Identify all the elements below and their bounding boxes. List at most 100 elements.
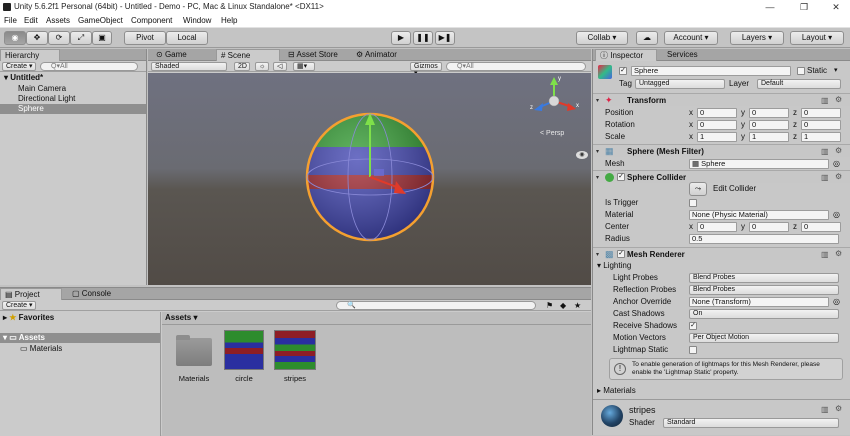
project-search-input[interactable]: 🔍 [336,301,536,310]
filter-label-icon[interactable]: ◆ [560,301,566,310]
rect-tool-icon[interactable]: ▣ [92,31,112,45]
tab-console[interactable]: ▢ Console [68,288,128,300]
close-icon[interactable]: ✕ [820,0,850,14]
account-dropdown[interactable]: Account ▾ [664,31,718,45]
collapse-arrow-icon[interactable]: ▾ [596,251,599,258]
collider-enabled-checkbox[interactable]: ✓ [617,173,625,181]
static-dropdown-icon[interactable]: ▾ [834,66,838,74]
radius-field[interactable]: 0.5 [689,234,839,244]
position-z-field[interactable]: 0 [801,108,841,118]
help-book-icon[interactable]: ▥ [821,147,829,156]
renderer-enabled-checkbox[interactable]: ✓ [617,250,625,258]
pivot-toggle[interactable]: Pivot [124,31,166,45]
tab-services[interactable]: Services [663,49,713,61]
position-x-field[interactable]: 0 [697,108,737,118]
shader-dropdown[interactable]: Standard [663,418,839,428]
materials-folder-row[interactable]: ▭ Materials [0,344,160,354]
collapse-arrow-icon[interactable]: ▾ [596,97,599,104]
layers-dropdown[interactable]: Layers ▾ [730,31,784,45]
light-probes-dropdown[interactable]: Blend Probes [689,273,839,283]
object-picker-icon[interactable]: ◎ [833,210,840,219]
edit-collider-button[interactable]: ⤳ [689,182,707,196]
gear-icon[interactable]: ⚙ [835,404,842,413]
rotation-y-field[interactable]: 0 [749,120,789,130]
collapse-arrow-icon[interactable]: ▾ [596,174,599,181]
favorite-star-icon[interactable]: ★ [574,301,581,310]
active-checkbox[interactable]: ✓ [619,67,627,75]
materials-foldout[interactable]: ▸ Materials [597,386,636,396]
tab-game[interactable]: ⊙ Game [152,49,212,61]
lightmap-static-checkbox[interactable] [689,346,697,354]
tag-dropdown[interactable]: Untagged [635,79,725,89]
scale-x-field[interactable]: 1 [697,132,737,142]
motion-vectors-dropdown[interactable]: Per Object Motion [689,333,839,343]
minimize-icon[interactable]: — [754,0,786,14]
asset-item-materials[interactable]: Materials [172,330,216,390]
menu-window[interactable]: Window [183,14,211,28]
anchor-override-field[interactable]: None (Transform) [689,297,829,307]
2d-toggle[interactable]: 2D [234,62,250,71]
scene-search-input[interactable]: Q▾All [446,62,586,71]
object-name-field[interactable]: Sphere [631,66,791,76]
effects-dropdown-icon[interactable]: ▦▾ [293,62,315,71]
persp-label[interactable]: < Persp [540,130,564,137]
transform-header[interactable]: ▾ ✦ Transform ▥ ⚙ [593,93,850,106]
menu-gameobject[interactable]: GameObject [78,14,123,28]
assets-breadcrumb[interactable]: Assets ▾ [165,313,198,323]
pause-button[interactable]: ❚❚ [413,31,433,45]
help-book-icon[interactable]: ▥ [821,250,829,259]
rotation-z-field[interactable]: 0 [801,120,841,130]
local-toggle[interactable]: Local [166,31,208,45]
visibility-eye-icon[interactable]: ◉ [576,151,588,159]
hierarchy-search-input[interactable]: Q▾All [40,62,138,71]
cloud-icon[interactable]: ☁ [636,31,658,45]
object-picker-icon[interactable]: ◎ [833,159,840,168]
scale-z-field[interactable]: 1 [801,132,841,142]
help-book-icon[interactable]: ▥ [821,96,829,105]
shading-mode-dropdown[interactable]: Shaded [151,62,227,71]
move-tool-icon[interactable]: ✥ [26,31,48,45]
gear-icon[interactable]: ⚙ [835,249,842,258]
is-trigger-checkbox[interactable] [689,199,697,207]
scene-root-row[interactable]: ▾ Untitled* [0,73,146,83]
help-book-icon[interactable]: ▥ [821,173,829,182]
restore-icon[interactable]: ❐ [788,0,820,14]
audio-toggle-icon[interactable]: ◁ [273,62,287,71]
project-create-dropdown[interactable]: Create ▾ [2,301,36,310]
center-y-field[interactable]: 0 [749,222,789,232]
hierarchy-item-main-camera[interactable]: Main Camera [0,84,146,94]
asset-item-stripes[interactable]: stripes [274,330,316,390]
menu-component[interactable]: Component [131,14,172,28]
tab-asset-store[interactable]: ⊟ Asset Store [284,49,350,61]
rotation-x-field[interactable]: 0 [697,120,737,130]
gear-icon[interactable]: ⚙ [835,172,842,181]
reflection-probes-dropdown[interactable]: Blend Probes [689,285,839,295]
center-z-field[interactable]: 0 [801,222,841,232]
static-checkbox[interactable] [797,67,805,75]
gear-icon[interactable]: ⚙ [835,146,842,155]
mesh-filter-header[interactable]: ▾ ▦ Sphere (Mesh Filter) ▥ ⚙ [593,144,850,157]
collab-dropdown[interactable]: Collab ▾ [576,31,628,45]
scene-orientation-gizmo[interactable] [534,77,576,111]
menu-file[interactable]: File [4,14,17,28]
expand-arrow-icon[interactable]: ▸ [3,313,7,322]
hierarchy-item-sphere[interactable]: Sphere [0,104,146,114]
tab-scene[interactable]: # Scene [216,49,280,61]
menu-help[interactable]: Help [221,14,237,28]
filter-type-icon[interactable]: ⚑ [546,301,553,310]
position-y-field[interactable]: 0 [749,108,789,118]
center-x-field[interactable]: 0 [697,222,737,232]
sphere-render[interactable]: < Persp y x z [148,73,591,285]
asset-item-circle[interactable]: circle [224,330,264,390]
gear-icon[interactable]: ⚙ [835,95,842,104]
expand-arrow-icon[interactable]: ▾ [3,333,7,342]
play-button[interactable]: ▶ [391,31,411,45]
mesh-renderer-header[interactable]: ▾ ▩ ✓ Mesh Renderer ▥ ⚙ [593,247,850,260]
collider-material-field[interactable]: None (Physic Material) [689,210,829,220]
object-picker-icon[interactable]: ◎ [833,297,840,306]
scale-tool-icon[interactable]: ⤢ [70,31,92,45]
tab-animator[interactable]: ⚙ Animator [352,49,412,61]
help-book-icon[interactable]: ▥ [821,405,829,414]
hierarchy-create-dropdown[interactable]: Create ▾ [2,62,36,71]
receive-shadows-checkbox[interactable]: ✓ [689,322,697,330]
